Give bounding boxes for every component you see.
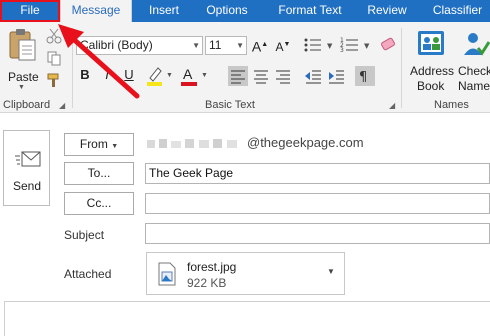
font-name-value: Calibri (Body): [80, 38, 153, 52]
paragraph-mark-icon[interactable]: ¶: [355, 66, 375, 86]
send-label: Send: [13, 179, 42, 193]
names-group-label: Names: [434, 99, 469, 111]
highlight-color-button[interactable]: ▼: [146, 66, 176, 88]
to-button[interactable]: To...: [64, 162, 134, 185]
font-color-label: A: [183, 66, 193, 82]
font-size-value: 11: [209, 38, 222, 52]
tab-insert[interactable]: Insert: [136, 0, 192, 22]
address-book-button[interactable]: Address Book: [408, 26, 454, 96]
svg-text:¶: ¶: [359, 70, 367, 85]
basic-text-launcher-icon[interactable]: ◢: [389, 101, 395, 110]
from-dropdown-icon: ▼: [111, 143, 119, 150]
bullets-icon[interactable]: ▼: [303, 36, 339, 54]
check-names-label-line1: Check: [458, 64, 490, 78]
from-account-blurred: [147, 137, 242, 151]
attachment-item[interactable]: forest.jpg 922 KB ▼: [146, 252, 345, 295]
shrink-font-label: A: [275, 40, 284, 54]
from-label: From: [79, 137, 108, 151]
from-email: @thegeekpage.com: [247, 135, 364, 150]
paste-icon: [9, 29, 36, 61]
outlook-message-window: File Message Insert Options Format Text …: [0, 0, 490, 336]
numbering-icon[interactable]: 1 2 3 ▼: [340, 36, 376, 54]
grow-font-label: A: [251, 38, 262, 55]
grow-font-button[interactable]: A▲: [251, 36, 269, 56]
bold-button[interactable]: B: [76, 66, 94, 84]
format-painter-icon[interactable]: [46, 72, 62, 88]
attachment-dropdown-icon[interactable]: ▼: [327, 267, 335, 276]
tab-message[interactable]: Message: [60, 0, 132, 22]
copy-icon[interactable]: [46, 50, 62, 66]
ribbon-separator: [72, 28, 73, 108]
svg-text:▼: ▼: [364, 42, 370, 50]
decrease-indent-icon[interactable]: [303, 66, 323, 86]
paste-label: Paste: [8, 70, 39, 84]
attachment-size: 922 KB: [187, 276, 227, 290]
shrink-font-button[interactable]: A▼: [274, 36, 292, 56]
subject-field[interactable]: [145, 223, 490, 244]
align-left-icon[interactable]: [228, 66, 248, 86]
send-envelope-icon: [15, 151, 41, 167]
from-button[interactable]: From ▼: [64, 133, 134, 156]
address-book-icon: [418, 31, 444, 55]
highlighter-icon: [147, 67, 162, 86]
clipboard-group-label: Clipboard: [3, 99, 51, 111]
cut-icon[interactable]: [46, 28, 62, 44]
ribbon-separator: [401, 28, 402, 108]
file-tab-highlight-box: [0, 0, 60, 22]
cc-field[interactable]: [145, 193, 490, 214]
tab-format-text[interactable]: Format Text: [268, 0, 352, 22]
message-body[interactable]: [4, 301, 490, 336]
align-center-icon[interactable]: [251, 66, 271, 86]
clipboard-launcher-icon[interactable]: ◢: [59, 101, 65, 110]
check-names-button[interactable]: Check Name: [456, 26, 490, 96]
svg-text:▼: ▼: [327, 42, 333, 50]
font-color-dropdown-icon[interactable]: ▼: [201, 72, 208, 79]
italic-button[interactable]: I: [98, 66, 116, 84]
subject-label: Subject: [64, 228, 105, 242]
tab-review[interactable]: Review: [360, 0, 414, 22]
font-size-dropdown-icon[interactable]: ▼: [236, 37, 244, 54]
address-book-label-line1: Address: [410, 64, 455, 78]
clear-formatting-icon[interactable]: [377, 36, 401, 54]
font-size-combo[interactable]: 11 ▼: [205, 36, 247, 55]
basic-text-group-label: Basic Text: [205, 99, 255, 111]
address-book-label-line2: Book: [417, 79, 445, 93]
to-field[interactable]: The Geek Page: [145, 163, 490, 184]
tab-classifier[interactable]: Classifier: [425, 0, 490, 22]
check-names-label-line2: Name: [458, 79, 490, 93]
check-names-icon: [464, 33, 490, 56]
attachment-filename: forest.jpg: [187, 260, 237, 274]
increase-indent-icon[interactable]: [326, 66, 346, 86]
underline-button[interactable]: U: [120, 66, 138, 84]
cc-button[interactable]: Cc...: [64, 192, 134, 215]
font-name-dropdown-icon[interactable]: ▼: [192, 37, 200, 54]
align-right-icon[interactable]: [273, 66, 293, 86]
paste-button[interactable]: Paste ▼: [4, 28, 40, 91]
ribbon-tab-bar: File Message Insert Options Format Text …: [0, 0, 490, 22]
highlight-dropdown-icon[interactable]: ▼: [166, 72, 173, 79]
svg-text:3: 3: [340, 47, 344, 54]
image-file-icon: [158, 262, 176, 286]
attached-label: Attached: [64, 267, 112, 281]
font-color-bar: [181, 82, 197, 86]
paste-dropdown-icon[interactable]: ▼: [18, 84, 25, 91]
font-name-combo[interactable]: Calibri (Body) ▼: [76, 36, 203, 55]
font-color-button[interactable]: A ▼: [181, 66, 211, 88]
send-button[interactable]: Send: [3, 130, 50, 206]
tab-options[interactable]: Options: [197, 0, 257, 22]
ribbon: Paste ▼ Clipboard ◢ Calibri (Body) ▼ 11 …: [0, 22, 490, 113]
